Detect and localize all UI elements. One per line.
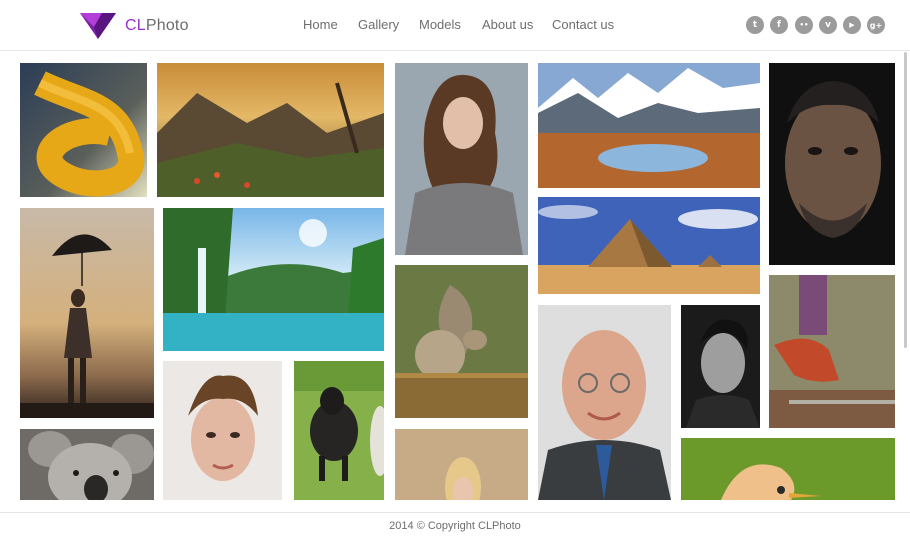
nav-item-contact-us[interactable]: Contact us	[552, 17, 614, 32]
mountain-lake-reflection-photo[interactable]	[538, 63, 760, 188]
nav-item-about-us[interactable]: About us	[482, 17, 533, 32]
twitter-icon[interactable]: t	[746, 16, 764, 34]
nav-item-home[interactable]: Home	[303, 17, 338, 32]
pyramids-desert-photo[interactable]	[538, 197, 760, 294]
copyright-text: 2014 © Copyright CLPhoto	[389, 520, 521, 532]
vimeo-icon[interactable]: v	[819, 16, 837, 34]
nav-item-models[interactable]: Models	[419, 17, 461, 32]
koala-photo[interactable]	[20, 429, 154, 500]
flickr-icon[interactable]: ••	[795, 16, 813, 34]
old-man-portrait-photo[interactable]	[538, 305, 671, 500]
black-sheep-photo[interactable]	[294, 361, 384, 500]
man-closeup-portrait-photo[interactable]	[769, 63, 895, 265]
site-header: CLPhoto Home Gallery Models About us Con…	[0, 0, 910, 51]
running-shoe-photo[interactable]	[769, 275, 895, 428]
youtube-icon[interactable]: ▶	[843, 16, 861, 34]
girl-with-umbrella-photo[interactable]	[20, 208, 154, 418]
page-scrollbar[interactable]	[904, 52, 907, 348]
waterfall-lagoon-photo[interactable]	[163, 208, 384, 351]
site-footer: 2014 © Copyright CLPhoto	[0, 512, 910, 540]
blonde-woman-field-photo[interactable]	[395, 429, 528, 500]
nav-item-gallery[interactable]: Gallery	[358, 17, 399, 32]
mountain-meadow-sunset-photo[interactable]	[157, 63, 384, 197]
bird-closeup-photo[interactable]	[681, 438, 895, 500]
squirrel-photo[interactable]	[395, 265, 528, 418]
rope-knot-photo[interactable]	[20, 63, 147, 197]
woman-portrait-photo[interactable]	[395, 63, 528, 255]
facebook-icon[interactable]: f	[770, 16, 788, 34]
young-man-bw-portrait-photo[interactable]	[681, 305, 760, 428]
google-plus-icon[interactable]: g+	[867, 16, 885, 34]
photo-gallery	[0, 51, 910, 512]
short-hair-woman-portrait-photo[interactable]	[163, 361, 282, 500]
